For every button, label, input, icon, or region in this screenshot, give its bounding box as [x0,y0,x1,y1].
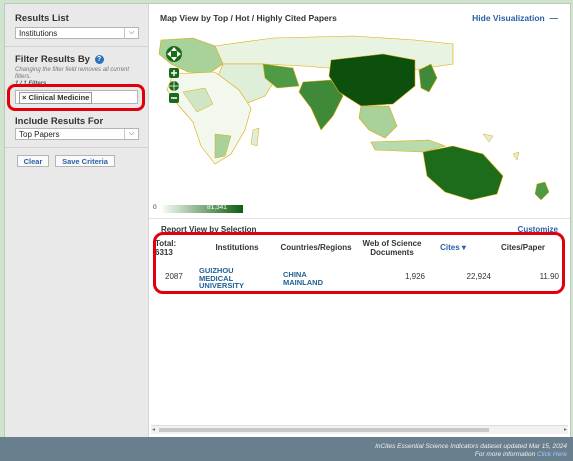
filter-title-text: Filter Results By [15,54,90,65]
hide-visualization-link[interactable]: Hide Visualization — [472,13,558,23]
filter-hint: Changing the filter field removes all cu… [15,67,130,80]
highlight-annotation [153,232,565,294]
results-list-title: Results List [15,13,69,24]
dataset-update-note: InCites Essential Science Indicators dat… [375,443,567,450]
filter-title: Filter Results By ? [15,54,104,65]
footer: InCites Essential Science Indicators dat… [0,437,573,461]
divider [5,46,148,47]
map-controls [164,44,184,106]
chevron-down-icon: ⌵ [124,129,138,139]
more-info-text: For more information [474,451,536,458]
more-info-line: For more information Click Here [475,451,567,458]
include-results-value: Top Papers [19,130,60,139]
legend-gradient [163,205,243,213]
hide-visualization-label: Hide Visualization [472,13,545,23]
results-list-value: Institutions [19,29,58,38]
include-results-select[interactable]: Top Papers ⌵ [15,128,139,140]
map-title: Map View by Top / Hot / Highly Cited Pap… [160,13,337,23]
main-panel: Map View by Top / Hot / Highly Cited Pap… [149,4,570,437]
scroll-left-icon[interactable]: ◂ [152,426,155,434]
click-here-link[interactable]: Click Here [537,451,567,458]
include-title: Include Results For [15,116,104,127]
sidebar: Results List Institutions ⌵ Filter Resul… [5,4,149,437]
save-criteria-button[interactable]: Save Criteria [55,155,115,167]
scroll-right-icon[interactable]: ▸ [564,426,567,434]
divider [5,147,148,148]
legend-min: 0 [153,204,157,211]
minus-icon: — [547,13,558,23]
app-frame: Results List Institutions ⌵ Filter Resul… [4,3,571,438]
help-icon[interactable]: ? [94,54,104,64]
scrollbar-thumb[interactable] [159,428,489,432]
legend-max: 81,341 [207,204,227,211]
divider [149,218,570,219]
clear-button[interactable]: Clear [17,155,49,167]
chevron-down-icon: ⌵ [124,28,138,38]
horizontal-scrollbar[interactable]: ◂ ▸ [151,425,568,434]
world-map[interactable] [153,34,565,204]
highlight-annotation [7,84,145,111]
results-list-select[interactable]: Institutions ⌵ [15,27,139,39]
